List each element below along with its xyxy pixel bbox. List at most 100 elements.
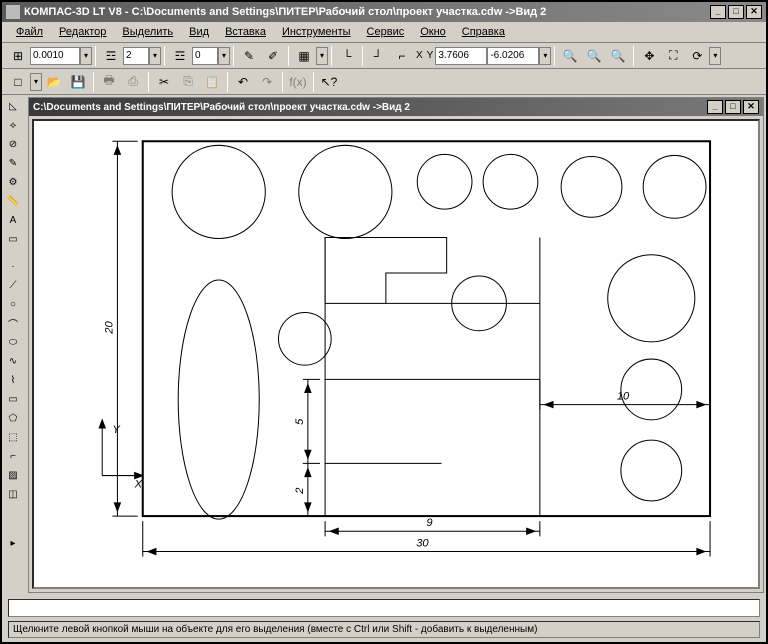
grid-dropdown[interactable]: ▾ — [316, 47, 328, 65]
dim-width: 30 — [416, 537, 429, 549]
pointer-icon[interactable]: ↖? — [318, 71, 340, 93]
coord-dropdown[interactable]: ▾ — [539, 47, 551, 65]
redo-icon[interactable]: ↷ — [256, 71, 278, 93]
dim-inner-w: 9 — [426, 517, 432, 529]
copy-icon[interactable]: ⎘ — [177, 71, 199, 93]
grid-icon[interactable]: ▦ — [293, 45, 315, 67]
maximize-button[interactable]: □ — [728, 5, 744, 19]
polygon-icon[interactable]: ⬠ — [3, 409, 23, 428]
view-dropdown[interactable]: ▾ — [709, 47, 721, 65]
t2-icon[interactable]: ▭ — [3, 230, 23, 249]
new-icon[interactable]: □ — [7, 71, 29, 93]
y-label: Y — [427, 50, 434, 61]
dim-right-w: 10 — [617, 391, 630, 403]
zoom-in-icon[interactable]: 🔍 — [559, 45, 581, 67]
menu-window[interactable]: Окно — [412, 24, 454, 40]
y-input[interactable] — [487, 47, 539, 65]
menubar: Файл Редактор Выделить Вид Вставка Инстр… — [2, 22, 766, 43]
redraw-icon[interactable]: ⟳ — [686, 45, 708, 67]
menu-select[interactable]: Выделить — [114, 24, 181, 40]
layers2-icon[interactable]: ☲ — [169, 45, 191, 67]
minimize-button[interactable]: _ — [710, 5, 726, 19]
select-icon[interactable]: A — [3, 211, 23, 230]
main-window: КОМПАС-3D LT V8 - C:\Documents and Setti… — [0, 0, 768, 644]
hatch-icon[interactable]: ▨ — [3, 466, 23, 485]
menu-insert[interactable]: Вставка — [217, 24, 274, 40]
measure-icon[interactable]: 📏 — [3, 192, 23, 211]
new-dropdown[interactable]: ▾ — [30, 73, 42, 91]
dimension-icon[interactable]: ⟡ — [3, 116, 23, 135]
titlebar: КОМПАС-3D LT V8 - C:\Documents and Setti… — [2, 2, 766, 22]
workarea: ◺ ⟡ ⊘ ✎ ⚙ 📏 A ▭ · ⟋ ○ ⌒ ⬭ ∿ ⌇ ▭ ⬠ ⬚ ⌐ ▨ … — [2, 95, 766, 595]
save-icon[interactable]: 💾 — [67, 71, 89, 93]
menu-file[interactable]: Файл — [8, 24, 51, 40]
edit-icon[interactable]: ✎ — [3, 154, 23, 173]
snap-icon[interactable]: ⊞ — [7, 45, 29, 67]
x-label: X — [416, 50, 423, 61]
cut-icon[interactable]: ✂ — [153, 71, 175, 93]
zoom-window-icon[interactable]: 🔍 — [607, 45, 629, 67]
menu-help[interactable]: Справка — [454, 24, 513, 40]
dim-height: 20 — [103, 321, 115, 335]
status-bar: Щелкните левой кнопкой мыши на объекте д… — [8, 621, 760, 638]
drawing-canvas[interactable]: Y X 30 — [32, 119, 760, 589]
lcs-icon[interactable]: └ — [336, 45, 358, 67]
paste-icon[interactable]: 📋 — [201, 71, 223, 93]
menu-tools[interactable]: Инструменты — [274, 24, 359, 40]
x-input[interactable] — [435, 47, 487, 65]
doc-close-button[interactable]: ✕ — [743, 100, 759, 114]
symbols-icon[interactable]: ⊘ — [3, 135, 23, 154]
point-icon[interactable]: · — [3, 257, 23, 276]
line-icon[interactable]: ⟋ — [3, 276, 23, 295]
doc-titlebar: C:\Documents and Settings\ПИТЕР\Рабочий … — [29, 98, 763, 116]
footer: Щелкните левой кнопкой мыши на объекте д… — [2, 595, 766, 642]
doc-maximize-button[interactable]: □ — [725, 100, 741, 114]
rect-icon[interactable]: ▭ — [3, 390, 23, 409]
dim-h1: 5 — [294, 418, 306, 425]
window-title: КОМПАС-3D LT V8 - C:\Documents and Setti… — [24, 6, 710, 18]
spline-icon[interactable]: ∿ — [3, 352, 23, 371]
undo-icon[interactable]: ↶ — [232, 71, 254, 93]
collapse-icon[interactable]: ▸ — [3, 534, 23, 553]
param-icon[interactable]: ⚙ — [3, 173, 23, 192]
eraser-icon[interactable]: ✐ — [262, 45, 284, 67]
menu-service[interactable]: Сервис — [359, 24, 413, 40]
geometry-icon[interactable]: ◺ — [3, 97, 23, 116]
ortho2-icon[interactable]: ⌐ — [391, 45, 413, 67]
layer2-dropdown[interactable]: ▾ — [218, 47, 230, 65]
t13-icon[interactable]: ◫ — [3, 485, 23, 504]
open-icon[interactable]: 📂 — [43, 71, 65, 93]
command-input[interactable] — [8, 599, 760, 617]
layer2-input[interactable] — [192, 47, 218, 65]
axis-y-label: Y — [112, 424, 121, 436]
ortho-icon[interactable]: ┘ — [367, 45, 389, 67]
toolbar-standard: □ ▾ 📂 💾 🖶 ⎙ ✂ ⎘ 📋 ↶ ↷ f(x) ↖? — [2, 69, 766, 95]
toolbar-coords: ⊞ ▾ ☲ ▾ ☲ ▾ ✎ ✐ ▦ ▾ └ ┘ ⌐ X Y ▾ 🔍 🔍 🔍 ✥ … — [2, 43, 766, 69]
doc-title: C:\Documents and Settings\ПИТЕР\Рабочий … — [33, 102, 707, 113]
fillet-icon[interactable]: ⌐ — [3, 447, 23, 466]
circle-icon[interactable]: ○ — [3, 295, 23, 314]
close-button[interactable]: ✕ — [746, 5, 762, 19]
step-dropdown[interactable]: ▾ — [80, 47, 92, 65]
layer1-dropdown[interactable]: ▾ — [149, 47, 161, 65]
step-input[interactable] — [30, 47, 80, 65]
layer1-input[interactable] — [123, 47, 149, 65]
dim-h2: 2 — [294, 487, 306, 495]
print-icon[interactable]: 🖶 — [98, 71, 120, 93]
zoom-out-icon[interactable]: 🔍 — [583, 45, 605, 67]
arc-icon[interactable]: ⌒ — [3, 314, 23, 333]
zoom-fit-icon[interactable]: ⛶ — [662, 45, 684, 67]
brush-icon[interactable]: ✎ — [238, 45, 260, 67]
left-toolbar-1: ◺ ⟡ ⊘ ✎ ⚙ 📏 A ▭ · ⟋ ○ ⌒ ⬭ ∿ ⌇ ▭ ⬠ ⬚ ⌐ ▨ … — [2, 95, 26, 595]
t10-icon[interactable]: ⬚ — [3, 428, 23, 447]
fx-icon[interactable]: f(x) — [287, 71, 309, 93]
doc-minimize-button[interactable]: _ — [707, 100, 723, 114]
menu-edit[interactable]: Редактор — [51, 24, 114, 40]
app-icon — [6, 5, 20, 19]
preview-icon[interactable]: ⎙ — [122, 71, 144, 93]
pan-icon[interactable]: ✥ — [638, 45, 660, 67]
polyline-icon[interactable]: ⌇ — [3, 371, 23, 390]
menu-view[interactable]: Вид — [181, 24, 217, 40]
layers-icon[interactable]: ☲ — [100, 45, 122, 67]
ellipse-icon[interactable]: ⬭ — [3, 333, 23, 352]
